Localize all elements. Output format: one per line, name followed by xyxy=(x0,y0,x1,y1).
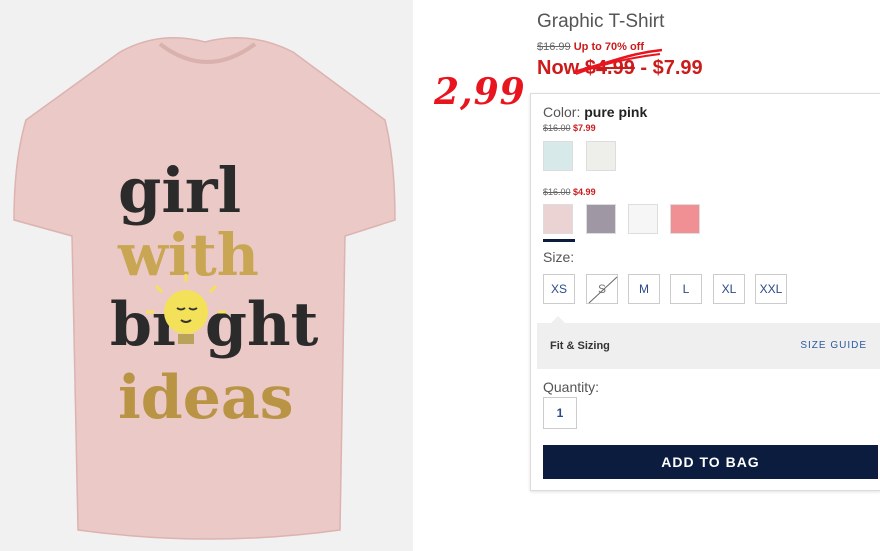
color-label: Color: pure pink xyxy=(543,104,647,120)
shirt-text-girl: girl xyxy=(118,154,241,227)
swatch-group-orig-price: $16.00 xyxy=(543,187,571,197)
handwritten-price-annotation: 2,99 xyxy=(434,71,526,113)
color-swatch-pure-pink[interactable] xyxy=(543,204,573,234)
size-option-xs[interactable]: XS xyxy=(543,274,575,304)
selected-swatch-indicator xyxy=(543,239,575,242)
quantity-label: Quantity: xyxy=(543,379,600,395)
tshirt-graphic: girl with br ght ideas xyxy=(13,37,396,540)
color-swatch[interactable] xyxy=(670,204,700,234)
swatch-group-price: $16.00 $7.99 xyxy=(543,123,596,133)
product-options-panel: Color: pure pink $16.00 $7.99 $16.00 $4.… xyxy=(530,93,880,491)
scribble-mark xyxy=(573,48,663,75)
size-option-s[interactable]: S xyxy=(586,274,618,304)
color-swatch[interactable] xyxy=(628,204,658,234)
fit-sizing-box: Fit & Sizing SIZE GUIDE xyxy=(537,316,880,369)
fit-box-notch xyxy=(551,316,565,323)
fit-sizing-toggle[interactable]: Fit & Sizing xyxy=(550,340,610,352)
shirt-text-ideas: ideas xyxy=(118,363,294,433)
original-price: $16.99 xyxy=(537,41,571,53)
size-option-l[interactable]: L xyxy=(670,274,702,304)
swatch-group-sale-price: $7.99 xyxy=(573,123,596,133)
shirt-text-with: with xyxy=(117,221,259,289)
add-to-bag-button[interactable]: ADD TO BAG xyxy=(543,445,878,479)
swatch-group-price: $16.00 $4.99 xyxy=(543,187,596,197)
selected-color-name: pure pink xyxy=(584,104,648,120)
swatch-group-orig-price: $16.00 xyxy=(543,123,571,133)
swatch-group-sale-price: $4.99 xyxy=(573,187,596,197)
shirt-text-ght: ght xyxy=(205,290,319,360)
quantity-input[interactable]: 1 xyxy=(543,397,577,429)
color-label-text: Color: xyxy=(543,104,581,120)
size-label: Size: xyxy=(543,249,575,265)
size-guide-link[interactable]: SIZE GUIDE xyxy=(800,340,867,351)
color-swatch[interactable] xyxy=(586,141,616,171)
color-swatch[interactable] xyxy=(543,141,573,171)
size-option-m[interactable]: M xyxy=(628,274,660,304)
size-option-xl[interactable]: XL xyxy=(713,274,745,304)
unavailable-strike-icon xyxy=(588,276,618,304)
size-option-xxl[interactable]: XXL xyxy=(755,274,787,304)
product-image: girl with br ght ideas xyxy=(0,0,413,551)
product-title: Graphic T-Shirt xyxy=(537,11,665,32)
color-swatch[interactable] xyxy=(586,204,616,234)
